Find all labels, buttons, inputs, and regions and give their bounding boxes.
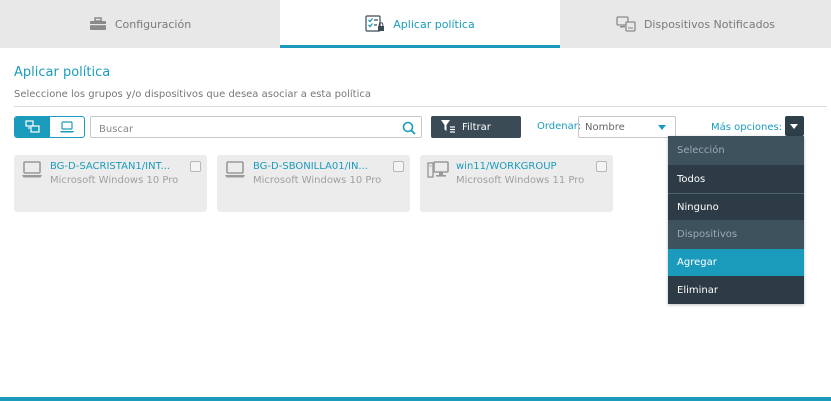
device-card[interactable]: BG-D-SACRISTAN1/INT... Microsoft Windows… (14, 155, 207, 212)
chevron-down-icon (658, 125, 666, 130)
tab-label: Dispositivos Notificados (643, 17, 776, 31)
search-input[interactable] (91, 119, 391, 140)
active-tab-indicator (280, 45, 560, 48)
checklist-lock-icon (365, 15, 385, 33)
device-card[interactable]: win11/WORKGROUP Microsoft Windows 11 Pro (420, 155, 613, 212)
menu-item-ninguno[interactable]: Ninguno (668, 194, 804, 220)
desktop-icon (427, 160, 449, 186)
laptop-icon (21, 160, 43, 184)
device-card[interactable]: BG-D-SBONILLA01/IN... Microsoft Windows … (217, 155, 410, 212)
page-subtitle: Seleccione los grupos y/o dispositivos q… (14, 89, 372, 100)
laptop-icon (224, 160, 246, 184)
tab-label: Configuración (114, 17, 192, 31)
device-checkbox[interactable] (393, 161, 404, 172)
search-icon[interactable] (402, 120, 416, 139)
menu-item-agregar[interactable]: Agregar (668, 249, 804, 276)
device-name[interactable]: BG-D-SACRISTAN1/INT... (50, 161, 170, 172)
menu-header-dispositivos: Dispositivos (668, 220, 804, 249)
menu-item-eliminar[interactable]: Eliminar (668, 276, 804, 304)
laptop-icon (59, 118, 75, 137)
device-name[interactable]: win11/WORKGROUP (456, 161, 557, 172)
group-view-button[interactable] (15, 117, 50, 137)
tab-aplicar-politica[interactable]: Aplicar política (280, 0, 560, 48)
filter-button[interactable]: Filtrar (431, 116, 521, 138)
device-os: Microsoft Windows 10 Pro (50, 175, 179, 186)
tab-dispositivos-notificados[interactable]: Dispositivos Notificados (560, 0, 831, 48)
footer-accent-bar (0, 397, 831, 401)
menu-header-selection: Selección (668, 136, 804, 165)
device-checkbox[interactable] (190, 161, 201, 172)
device-os: Microsoft Windows 10 Pro (253, 175, 382, 186)
filter-icon (440, 119, 456, 136)
tab-bar: Configuración Aplicar política Dispositi… (0, 0, 831, 48)
toolbox-icon (89, 17, 107, 31)
view-toggle (14, 116, 85, 138)
more-options-button[interactable] (785, 116, 804, 136)
sort-select[interactable]: Nombre (578, 116, 676, 138)
device-name[interactable]: BG-D-SBONILLA01/IN... (253, 161, 368, 172)
tab-configuracion[interactable]: Configuración (0, 0, 280, 48)
menu-item-todos[interactable]: Todos (668, 165, 804, 193)
filter-label: Filtrar (462, 121, 491, 133)
devices-icon (616, 16, 636, 32)
more-options-label: Más opciones: (711, 122, 783, 133)
device-os: Microsoft Windows 11 Pro (456, 175, 585, 186)
device-view-button[interactable] (50, 117, 85, 137)
page-title: Aplicar política (14, 65, 111, 80)
device-checkbox[interactable] (596, 161, 607, 172)
search-field (90, 116, 422, 140)
tab-label: Aplicar política (393, 17, 475, 31)
divider (14, 106, 827, 107)
sort-label: Ordenar: (537, 121, 582, 132)
more-options-menu: Selección Todos Ninguno Dispositivos Agr… (668, 136, 804, 304)
sort-value: Nombre (585, 122, 625, 133)
network-devices-icon (25, 118, 40, 137)
